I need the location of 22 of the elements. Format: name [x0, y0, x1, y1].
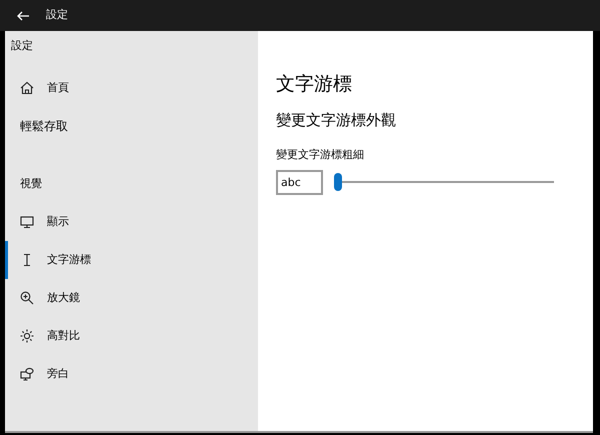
back-icon[interactable]	[17, 10, 29, 20]
nav-item[interactable]: 顯示	[5, 203, 258, 241]
sun-icon	[20, 329, 34, 343]
nav-link[interactable]: 輕鬆存取	[5, 107, 258, 145]
nav-item[interactable]: 放大鏡	[5, 279, 258, 317]
nav-item[interactable]: 旁白	[5, 355, 258, 393]
window-title: 設定	[46, 7, 68, 24]
sidebar-title: 設定	[10, 38, 34, 54]
home-icon	[20, 81, 34, 95]
section-heading: 變更文字游標外觀	[276, 110, 397, 131]
narrator-icon	[20, 367, 34, 381]
page-title: 文字游標	[276, 73, 353, 96]
slider-thumb[interactable]	[334, 173, 342, 192]
nav-item[interactable]: 文字游標	[5, 241, 258, 279]
monitor-icon	[20, 215, 34, 229]
magnifier-icon	[20, 291, 34, 305]
nav-item[interactable]: 首頁	[5, 69, 258, 107]
nav-item[interactable]: 高對比	[5, 317, 258, 355]
cursor-preview: abc	[276, 170, 323, 195]
section-label: 視覺	[19, 176, 43, 192]
thickness-slider[interactable]	[334, 173, 554, 192]
setting-label: 變更文字游標粗細	[276, 147, 365, 164]
